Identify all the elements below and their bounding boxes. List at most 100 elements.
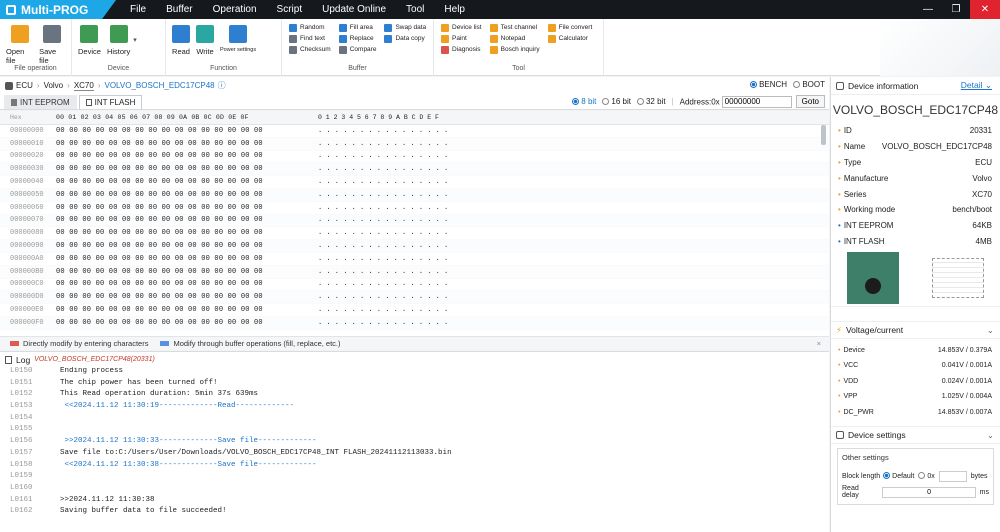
hex-row-bytes[interactable]: 00 00 00 00 00 00 00 00 00 00 00 00 00 0… xyxy=(56,140,314,148)
hex-row-ascii[interactable]: . . . . . . . . . . . . . . . . xyxy=(314,165,474,173)
compare-button[interactable]: Compare xyxy=(338,44,376,55)
file-convert-button[interactable]: File convert xyxy=(547,22,592,33)
hex-row-ascii[interactable]: . . . . . . . . . . . . . . . . xyxy=(314,152,474,160)
history-dropdown-icon[interactable]: ▾ xyxy=(133,36,137,44)
open-file-button[interactable]: Open file xyxy=(6,22,33,65)
hex-row[interactable]: 00000070 00 00 00 00 00 00 00 00 00 00 00… xyxy=(0,214,829,228)
log-panel[interactable]: L0150 Ending process L0151 The chip power h… xyxy=(0,367,829,532)
hex-row-ascii[interactable]: . . . . . . . . . . . . . . . . xyxy=(314,178,474,186)
power-settings-button[interactable]: Power settings xyxy=(220,22,256,53)
hex-row[interactable]: 000000F0 00 00 00 00 00 00 00 00 00 00 00… xyxy=(0,316,829,330)
hex-row[interactable]: 00000090 00 00 00 00 00 00 00 00 00 00 00… xyxy=(0,240,829,253)
hex-row[interactable]: 000000B0 00 00 00 00 00 00 00 00 00 00 00… xyxy=(0,265,829,279)
hex-row-bytes[interactable]: 00 00 00 00 00 00 00 00 00 00 00 00 00 0… xyxy=(56,229,314,237)
hex-row[interactable]: 00000080 00 00 00 00 00 00 00 00 00 00 00… xyxy=(0,227,829,241)
history-button[interactable]: History xyxy=(107,22,130,56)
random-button[interactable]: Random xyxy=(289,22,331,33)
menu-update-online[interactable]: Update Online xyxy=(312,0,396,19)
ecu-board-image[interactable] xyxy=(847,251,900,304)
hex-row-ascii[interactable]: . . . . . . . . . . . . . . . . xyxy=(314,280,474,288)
bit8-radio[interactable]: 8 bit xyxy=(572,97,596,106)
hex-row-ascii[interactable]: . . . . . . . . . . . . . . . . xyxy=(314,319,474,327)
breadcrumb-volvo[interactable]: Volvo xyxy=(44,81,64,90)
tab-int-eeprom[interactable]: INT EEPROM xyxy=(4,95,77,109)
find-text-button[interactable]: Find text xyxy=(289,33,331,44)
read-button[interactable]: Read xyxy=(172,22,190,56)
calculator-button[interactable]: Calculator xyxy=(547,33,593,44)
address-input[interactable] xyxy=(721,95,792,108)
hex-row[interactable]: 000000C0 00 00 00 00 00 00 00 00 00 00 00… xyxy=(0,279,829,292)
hex-row-bytes[interactable]: 00 00 00 00 00 00 00 00 00 00 00 00 00 0… xyxy=(56,191,314,199)
hex-row-ascii[interactable]: . . . . . . . . . . . . . . . . xyxy=(314,293,474,301)
hex-row[interactable]: 000000A0 00 00 00 00 00 00 00 00 00 00 00… xyxy=(0,253,829,266)
info-icon[interactable]: ⓘ xyxy=(218,80,226,91)
replace-button[interactable]: Replace xyxy=(338,33,377,44)
hex-row-ascii[interactable]: . . . . . . . . . . . . . . . . xyxy=(314,191,474,199)
hex-row[interactable]: 000000D0 00 00 00 00 00 00 00 00 00 00 00… xyxy=(0,291,829,305)
device-button[interactable]: Device xyxy=(78,22,101,56)
goto-button[interactable]: Goto xyxy=(795,95,825,108)
hex-row[interactable]: 00000060 00 00 00 00 00 00 00 00 00 00 00… xyxy=(0,202,829,215)
hex-row-bytes[interactable]: 00 00 00 00 00 00 00 00 00 00 00 00 00 0… xyxy=(56,280,314,288)
test-channel-button[interactable]: Test channel xyxy=(489,22,540,33)
menu-operation[interactable]: Operation xyxy=(203,0,267,19)
hex-scrollbar[interactable] xyxy=(821,125,826,145)
detail-link[interactable]: Detail ⌄ xyxy=(961,80,992,91)
maximize-button[interactable]: ❐ xyxy=(942,0,970,19)
diagnosis-button[interactable]: Diagnosis xyxy=(441,44,482,55)
hex-row-ascii[interactable]: . . . . . . . . . . . . . . . . xyxy=(314,306,474,314)
pinout-diagram-image[interactable] xyxy=(931,257,984,298)
hex-row-bytes[interactable]: 00 00 00 00 00 00 00 00 00 00 00 00 00 0… xyxy=(56,152,314,160)
swap-data-button[interactable]: Swap data xyxy=(384,22,426,33)
bosch-inquiry-button[interactable]: Bosch inquiry xyxy=(489,44,540,55)
breadcrumb-ecu[interactable]: ECU xyxy=(16,81,33,90)
data-copy-button[interactable]: Data copy xyxy=(384,33,426,44)
menu-tool[interactable]: Tool xyxy=(396,0,434,19)
hex-row-bytes[interactable]: 00 00 00 00 00 00 00 00 00 00 00 00 00 0… xyxy=(56,319,314,327)
default-radio[interactable]: Default xyxy=(883,472,914,480)
hex-row-bytes[interactable]: 00 00 00 00 00 00 00 00 00 00 00 00 00 0… xyxy=(56,242,314,250)
device-list-button[interactable]: Device list xyxy=(441,22,482,33)
breadcrumb-device[interactable]: VOLVO_BOSCH_EDC17CP48 xyxy=(105,81,215,90)
hex-row-bytes[interactable]: 00 00 00 00 00 00 00 00 00 00 00 00 00 0… xyxy=(56,165,314,173)
menu-help[interactable]: Help xyxy=(434,0,475,19)
hex-row[interactable]: 000000E0 00 00 00 00 00 00 00 00 00 00 00… xyxy=(0,304,829,317)
save-file-button[interactable]: Save file xyxy=(39,22,65,65)
hex-row-ascii[interactable]: . . . . . . . . . . . . . . . . xyxy=(314,255,474,263)
hex-row-bytes[interactable]: 00 00 00 00 00 00 00 00 00 00 00 00 00 0… xyxy=(56,178,314,186)
minimize-button[interactable]: — xyxy=(914,0,942,19)
block-length-input[interactable] xyxy=(938,470,967,482)
breadcrumb-xc70[interactable]: XC70 xyxy=(73,81,94,91)
menu-file[interactable]: File xyxy=(120,0,156,19)
hex-row[interactable]: 00000010 00 00 00 00 00 00 00 00 00 00 00… xyxy=(0,137,829,151)
hex-row-ascii[interactable]: . . . . . . . . . . . . . . . . xyxy=(314,140,474,148)
voltage-header[interactable]: ⚡ Voltage/current ⌄ xyxy=(831,321,1000,340)
read-delay-input[interactable] xyxy=(882,486,976,498)
hex-row[interactable]: 00000040 00 00 00 00 00 00 00 00 00 00 00… xyxy=(0,176,829,189)
bit16-radio[interactable]: 16 bit xyxy=(602,97,631,106)
menu-buffer[interactable]: Buffer xyxy=(156,0,203,19)
hex-row-ascii[interactable]: . . . . . . . . . . . . . . . . xyxy=(314,216,474,224)
fill-area-button[interactable]: Fill area xyxy=(338,22,377,33)
hex-row-ascii[interactable]: . . . . . . . . . . . . . . . . xyxy=(314,268,474,276)
hex-radio[interactable]: 0x xyxy=(918,472,935,480)
hex-editor[interactable]: Hex 00 01 02 03 04 05 06 07 08 09 0A 0B … xyxy=(0,111,829,336)
hex-row-bytes[interactable]: 00 00 00 00 00 00 00 00 00 00 00 00 00 0… xyxy=(56,255,314,263)
hex-row-ascii[interactable]: . . . . . . . . . . . . . . . . xyxy=(314,242,474,250)
hex-row-ascii[interactable]: . . . . . . . . . . . . . . . . xyxy=(314,204,474,212)
hex-row-ascii[interactable]: . . . . . . . . . . . . . . . . xyxy=(314,229,474,237)
hex-row-bytes[interactable]: 00 00 00 00 00 00 00 00 00 00 00 00 00 0… xyxy=(56,204,314,212)
hex-row-bytes[interactable]: 00 00 00 00 00 00 00 00 00 00 00 00 00 0… xyxy=(56,127,314,135)
hex-row-bytes[interactable]: 00 00 00 00 00 00 00 00 00 00 00 00 00 0… xyxy=(56,216,314,224)
paint-button[interactable]: Paint xyxy=(441,33,482,44)
hex-row[interactable]: 00000030 00 00 00 00 00 00 00 00 00 00 00… xyxy=(0,163,829,177)
hex-row[interactable]: 00000000 00 00 00 00 00 00 00 00 00 00 00… xyxy=(0,125,829,138)
hex-row-bytes[interactable]: 00 00 00 00 00 00 00 00 00 00 00 00 00 0… xyxy=(56,306,314,314)
boot-radio[interactable]: BOOT xyxy=(793,80,825,89)
hex-row[interactable]: 00000020 00 00 00 00 00 00 00 00 00 00 00… xyxy=(0,151,829,164)
hex-row-ascii[interactable]: . . . . . . . . . . . . . . . . xyxy=(314,127,474,135)
close-button[interactable]: ✕ xyxy=(970,0,1000,19)
hex-row-bytes[interactable]: 00 00 00 00 00 00 00 00 00 00 00 00 00 0… xyxy=(56,268,314,276)
write-button[interactable]: Write xyxy=(196,22,214,56)
bench-radio[interactable]: BENCH xyxy=(750,80,787,89)
